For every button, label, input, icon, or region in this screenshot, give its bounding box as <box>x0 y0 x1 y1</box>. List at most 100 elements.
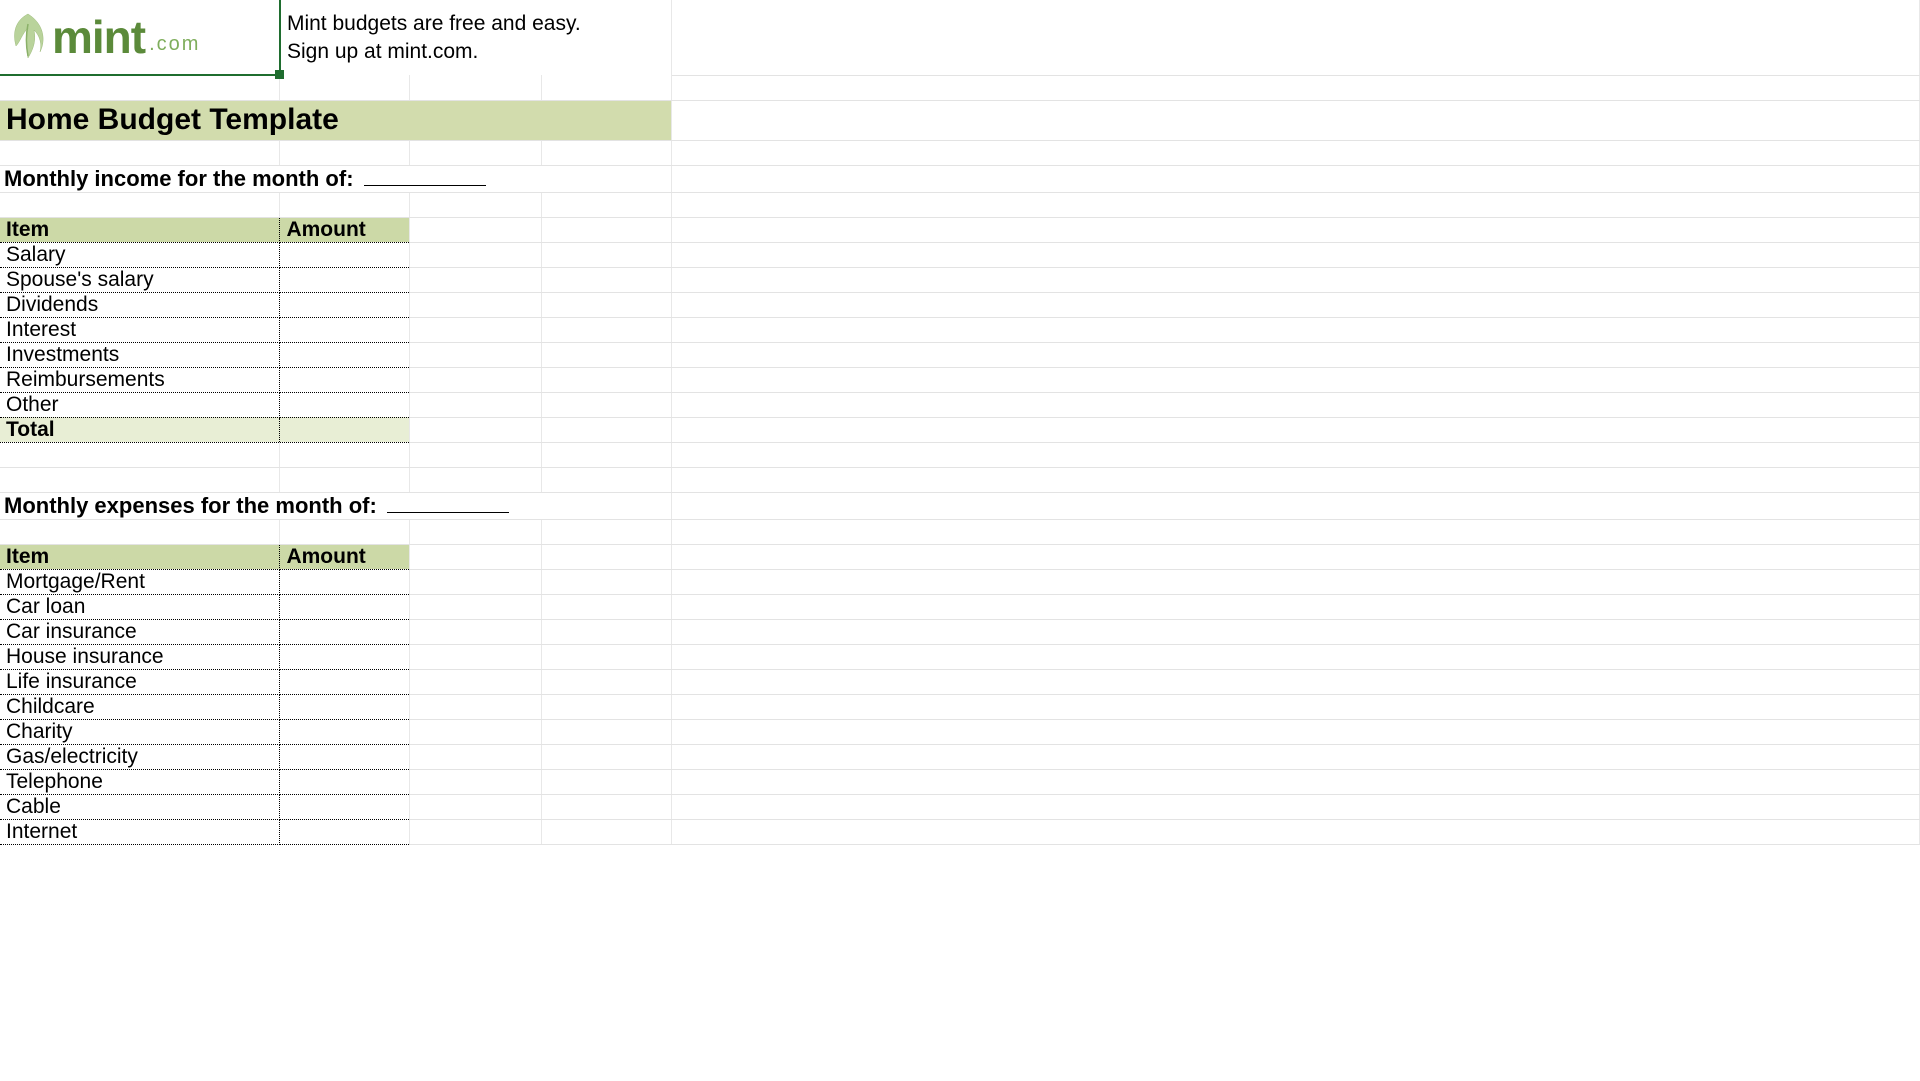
empty-cell[interactable] <box>672 719 1920 744</box>
empty-cell[interactable] <box>672 0 1920 75</box>
expense-amount[interactable] <box>280 669 410 694</box>
empty-cell[interactable] <box>410 367 542 392</box>
empty-cell[interactable] <box>672 292 1920 317</box>
empty-cell[interactable] <box>542 292 672 317</box>
empty-cell[interactable] <box>542 392 672 417</box>
empty-cell[interactable] <box>410 769 542 794</box>
empty-cell[interactable] <box>672 392 1920 417</box>
empty-cell[interactable] <box>672 669 1920 694</box>
empty-cell[interactable] <box>280 519 410 544</box>
empty-cell[interactable] <box>410 75 542 100</box>
empty-cell[interactable] <box>672 694 1920 719</box>
income-item[interactable]: Spouse's salary <box>0 267 280 292</box>
empty-cell[interactable] <box>0 192 280 217</box>
expense-amount[interactable] <box>280 644 410 669</box>
empty-cell[interactable] <box>410 392 542 417</box>
empty-cell[interactable] <box>410 217 542 242</box>
empty-cell[interactable] <box>672 342 1920 367</box>
empty-cell[interactable] <box>280 467 410 492</box>
empty-cell[interactable] <box>672 100 1920 140</box>
empty-cell[interactable] <box>542 519 672 544</box>
expense-amount[interactable] <box>280 694 410 719</box>
empty-cell[interactable] <box>542 367 672 392</box>
empty-cell[interactable] <box>542 417 672 442</box>
expense-item[interactable]: Life insurance <box>0 669 280 694</box>
empty-cell[interactable] <box>672 769 1920 794</box>
expense-amount[interactable] <box>280 744 410 769</box>
expense-item[interactable]: Charity <box>0 719 280 744</box>
empty-cell[interactable] <box>542 442 672 467</box>
empty-cell[interactable] <box>410 794 542 819</box>
empty-cell[interactable] <box>410 594 542 619</box>
income-item[interactable]: Investments <box>0 342 280 367</box>
expense-amount[interactable] <box>280 569 410 594</box>
expense-item[interactable]: Telephone <box>0 769 280 794</box>
empty-cell[interactable] <box>542 644 672 669</box>
empty-cell[interactable] <box>410 819 542 844</box>
income-amount[interactable] <box>280 267 410 292</box>
empty-cell[interactable] <box>542 192 672 217</box>
empty-cell[interactable] <box>542 569 672 594</box>
empty-cell[interactable] <box>410 669 542 694</box>
empty-cell[interactable] <box>672 417 1920 442</box>
income-item[interactable]: Salary <box>0 242 280 267</box>
empty-cell[interactable] <box>280 140 410 165</box>
expense-item[interactable]: Car loan <box>0 594 280 619</box>
selection-handle-icon[interactable] <box>275 70 284 79</box>
empty-cell[interactable] <box>542 317 672 342</box>
empty-cell[interactable] <box>542 140 672 165</box>
empty-cell[interactable] <box>410 417 542 442</box>
empty-cell[interactable] <box>542 594 672 619</box>
empty-cell[interactable] <box>672 140 1920 165</box>
empty-cell[interactable] <box>672 619 1920 644</box>
income-amount[interactable] <box>280 367 410 392</box>
income-amount[interactable] <box>280 317 410 342</box>
empty-cell[interactable] <box>410 644 542 669</box>
empty-cell[interactable] <box>410 694 542 719</box>
empty-cell[interactable] <box>672 467 1920 492</box>
expense-amount[interactable] <box>280 594 410 619</box>
expense-amount[interactable] <box>280 794 410 819</box>
expense-amount[interactable] <box>280 619 410 644</box>
empty-cell[interactable] <box>672 367 1920 392</box>
empty-cell[interactable] <box>542 719 672 744</box>
expense-item[interactable]: House insurance <box>0 644 280 669</box>
expense-item[interactable]: Car insurance <box>0 619 280 644</box>
empty-cell[interactable] <box>410 292 542 317</box>
empty-cell[interactable] <box>672 267 1920 292</box>
empty-cell[interactable] <box>0 467 280 492</box>
empty-cell[interactable] <box>542 342 672 367</box>
expense-amount[interactable] <box>280 769 410 794</box>
blank-underline[interactable] <box>387 512 509 513</box>
empty-cell[interactable] <box>542 744 672 769</box>
income-item[interactable]: Reimbursements <box>0 367 280 392</box>
empty-cell[interactable] <box>410 242 542 267</box>
expense-item[interactable]: Cable <box>0 794 280 819</box>
expense-item[interactable]: Internet <box>0 819 280 844</box>
empty-cell[interactable] <box>542 694 672 719</box>
empty-cell[interactable] <box>0 140 280 165</box>
empty-cell[interactable] <box>542 544 672 569</box>
expense-item[interactable]: Mortgage/Rent <box>0 569 280 594</box>
expense-amount[interactable] <box>280 719 410 744</box>
empty-cell[interactable] <box>410 519 542 544</box>
empty-cell[interactable] <box>410 442 542 467</box>
empty-cell[interactable] <box>542 769 672 794</box>
empty-cell[interactable] <box>672 317 1920 342</box>
empty-cell[interactable] <box>410 267 542 292</box>
empty-cell[interactable] <box>410 192 542 217</box>
empty-cell[interactable] <box>672 744 1920 769</box>
empty-cell[interactable] <box>410 317 542 342</box>
empty-cell[interactable] <box>672 192 1920 217</box>
income-item[interactable]: Other <box>0 392 280 417</box>
income-amount[interactable] <box>280 242 410 267</box>
empty-cell[interactable] <box>542 669 672 694</box>
empty-cell[interactable] <box>672 819 1920 844</box>
income-item[interactable]: Interest <box>0 317 280 342</box>
empty-cell[interactable] <box>280 75 410 100</box>
income-amount[interactable] <box>280 292 410 317</box>
empty-cell[interactable] <box>542 819 672 844</box>
empty-cell[interactable] <box>0 442 280 467</box>
income-amount[interactable] <box>280 392 410 417</box>
empty-cell[interactable] <box>410 544 542 569</box>
